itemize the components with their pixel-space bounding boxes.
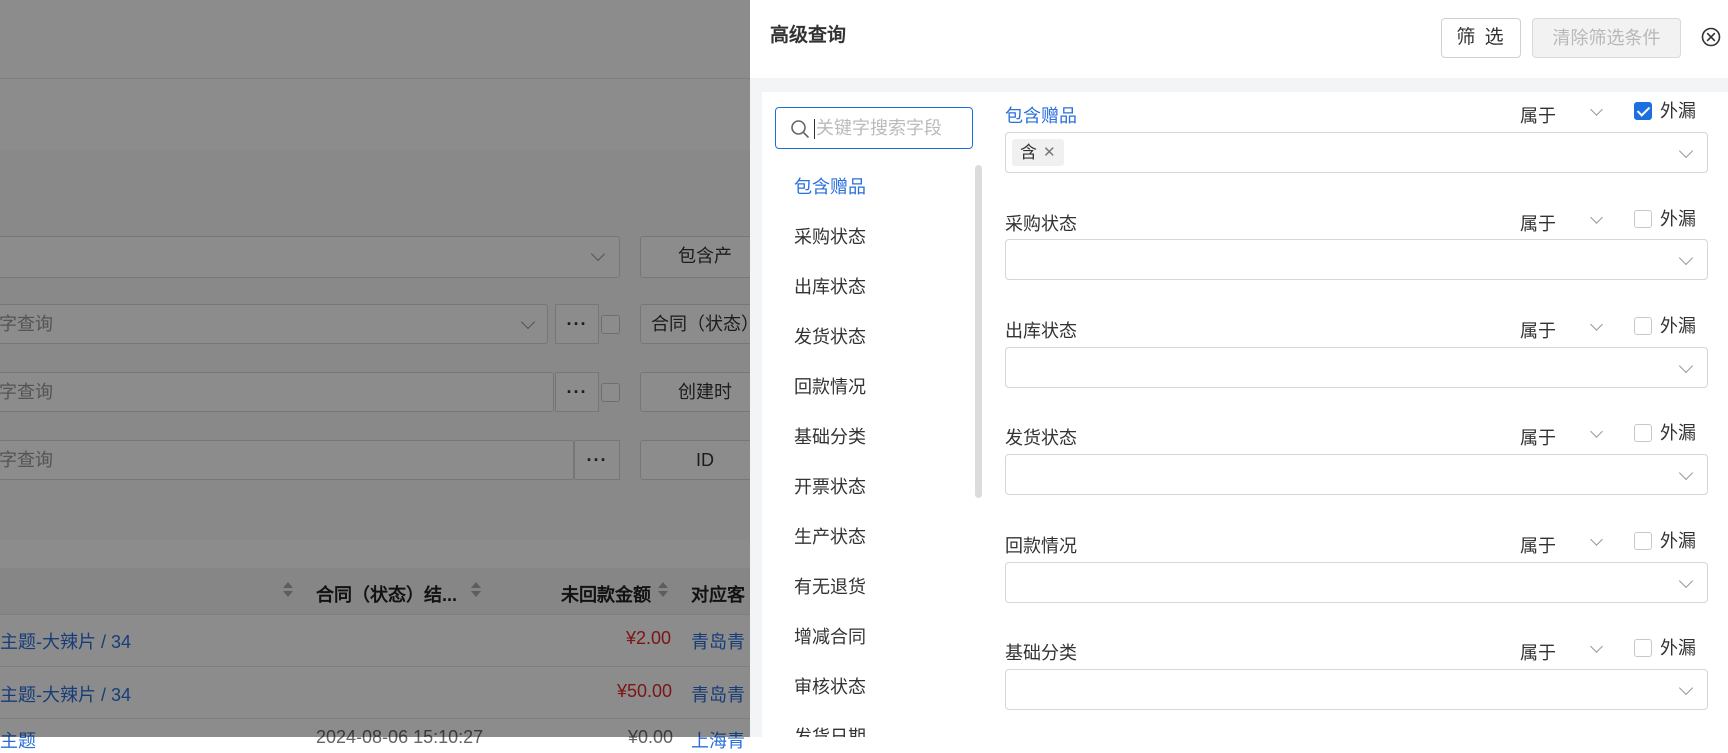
exclude-label[interactable]: 外漏 <box>1660 634 1696 660</box>
exclude-label[interactable]: 外漏 <box>1660 312 1696 338</box>
exclude-label[interactable]: 外漏 <box>1660 97 1696 123</box>
field-search-input[interactable] <box>816 114 966 142</box>
value-select[interactable] <box>1005 562 1708 603</box>
exclude-label[interactable]: 外漏 <box>1660 527 1696 553</box>
field-list-item[interactable]: 基础分类 <box>794 423 866 449</box>
selected-tag: 含 ✕ <box>1012 139 1064 166</box>
field-list-item[interactable]: 审核状态 <box>794 673 866 699</box>
drawer-body: 包含赠品 采购状态 出库状态 发货状态 回款情况 基础分类 开票状态 生产状态 … <box>762 92 1728 737</box>
search-icon <box>791 120 809 138</box>
exclude-checkbox[interactable] <box>1634 424 1652 442</box>
tag-remove-icon[interactable]: ✕ <box>1043 139 1056 166</box>
field-list-item[interactable]: 开票状态 <box>794 473 866 499</box>
chevron-down-icon[interactable] <box>1590 103 1603 116</box>
chevron-down-icon <box>1678 680 1694 696</box>
clear-filters-button[interactable]: 清除筛选条件 <box>1532 18 1681 58</box>
text-caret <box>814 119 815 139</box>
field-list-item[interactable]: 出库状态 <box>794 273 866 299</box>
chevron-down-icon <box>1678 573 1694 589</box>
field-list-item[interactable]: 生产状态 <box>794 523 866 549</box>
operator-select[interactable]: 属于 <box>1520 532 1556 558</box>
operator-select[interactable]: 属于 <box>1520 424 1556 450</box>
operator-select[interactable]: 属于 <box>1520 210 1556 236</box>
field-list-item[interactable]: 回款情况 <box>794 373 866 399</box>
exclude-checkbox[interactable] <box>1634 639 1652 657</box>
exclude-checkbox[interactable] <box>1634 532 1652 550</box>
filter-label: 回款情况 <box>1005 536 1077 556</box>
chevron-down-icon[interactable] <box>1590 640 1603 653</box>
value-select[interactable] <box>1005 347 1708 388</box>
field-list-scrollbar[interactable] <box>975 165 982 498</box>
chevron-down-icon <box>1678 143 1694 159</box>
tag-label: 含 <box>1020 143 1037 162</box>
field-list-item[interactable]: 发货日期 <box>794 723 866 737</box>
operator-select[interactable]: 属于 <box>1520 639 1556 665</box>
field-list-item[interactable]: 增减合同 <box>794 623 866 649</box>
chevron-down-icon[interactable] <box>1590 533 1603 546</box>
filter-label: 包含赠品 <box>1005 106 1077 126</box>
value-select[interactable] <box>1005 669 1708 710</box>
value-select[interactable] <box>1005 454 1708 495</box>
value-select[interactable]: 含 ✕ <box>1005 132 1708 173</box>
filter-label: 出库状态 <box>1005 321 1077 341</box>
field-list-item[interactable]: 有无退货 <box>794 573 866 599</box>
close-icon[interactable] <box>1701 27 1721 47</box>
field-search-box[interactable] <box>775 107 973 149</box>
drawer-title: 高级查询 <box>770 25 847 46</box>
field-list-item[interactable]: 采购状态 <box>794 223 866 249</box>
exclude-label[interactable]: 外漏 <box>1660 205 1696 231</box>
chevron-down-icon[interactable] <box>1590 211 1603 224</box>
filter-label: 发货状态 <box>1005 428 1077 448</box>
operator-select[interactable]: 属于 <box>1520 317 1556 343</box>
filter-label: 采购状态 <box>1005 214 1077 234</box>
chevron-down-icon <box>1678 358 1694 374</box>
modal-overlay[interactable] <box>0 0 750 737</box>
operator-select[interactable]: 属于 <box>1520 102 1556 128</box>
field-list: 包含赠品 采购状态 出库状态 发货状态 回款情况 基础分类 开票状态 生产状态 … <box>762 162 977 737</box>
exclude-label[interactable]: 外漏 <box>1660 419 1696 445</box>
filter-button[interactable]: 筛 选 <box>1441 18 1521 58</box>
chevron-down-icon[interactable] <box>1590 318 1603 331</box>
filter-label: 基础分类 <box>1005 643 1077 663</box>
chevron-down-icon <box>1678 465 1694 481</box>
chevron-down-icon <box>1678 250 1694 266</box>
drawer-header: 高级查询 筛 选 清除筛选条件 <box>750 0 1728 78</box>
exclude-checkbox[interactable] <box>1634 210 1652 228</box>
exclude-checkbox[interactable] <box>1634 102 1652 120</box>
chevron-down-icon[interactable] <box>1590 425 1603 438</box>
advanced-query-drawer: 高级查询 筛 选 清除筛选条件 包含赠品 采购状态 出库状态 发货状态 回款情况… <box>750 0 1728 737</box>
field-list-item[interactable]: 发货状态 <box>794 323 866 349</box>
value-select[interactable] <box>1005 239 1708 280</box>
exclude-checkbox[interactable] <box>1634 317 1652 335</box>
field-list-item[interactable]: 包含赠品 <box>794 173 866 199</box>
